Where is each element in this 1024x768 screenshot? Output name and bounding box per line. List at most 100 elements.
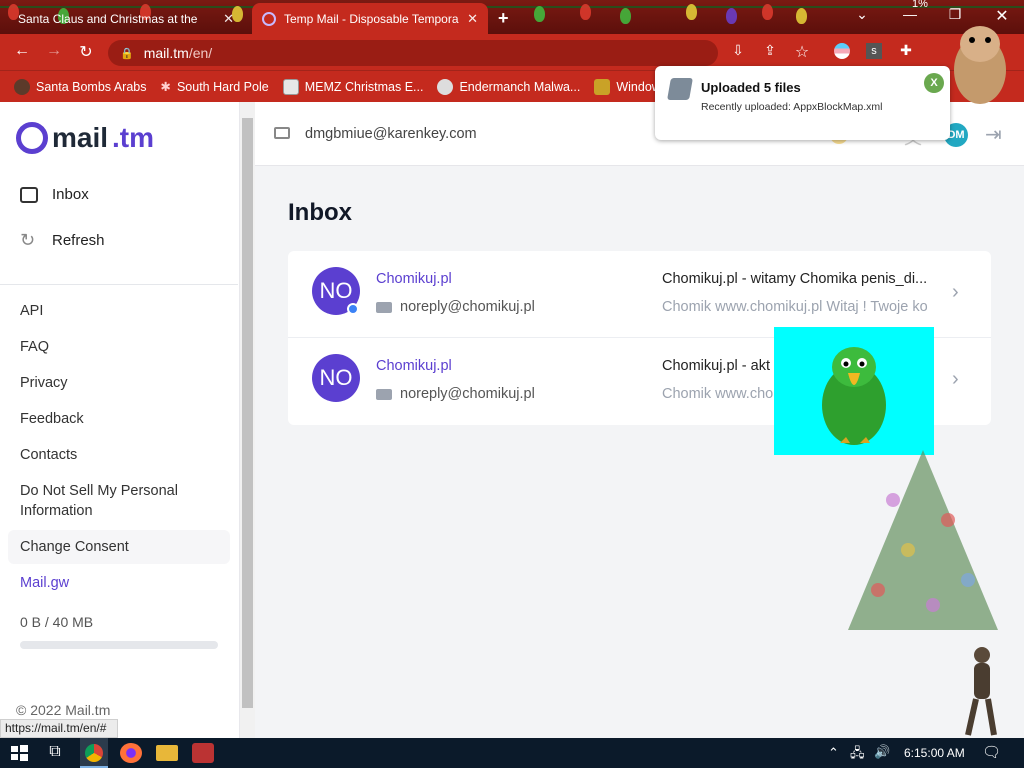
- folder-icon: [594, 78, 611, 95]
- link-change-consent[interactable]: Change Consent: [20, 537, 129, 557]
- tab-title: Santa Claus and Christmas at the: [18, 11, 198, 26]
- address-bar[interactable]: 🔒 mail.tm/en/: [108, 40, 718, 66]
- bookmark-label: South Hard Pole: [176, 79, 269, 94]
- extensions-puzzle-icon[interactable]: ✚: [894, 42, 918, 59]
- task-view-icon[interactable]: ⧉: [44, 743, 66, 763]
- refresh-icon: ↻: [20, 230, 36, 250]
- volume-icon[interactable]: 🔊: [874, 744, 890, 760]
- mailtm-logo[interactable]: mail .tm: [16, 122, 154, 154]
- nav-label: Refresh: [52, 232, 105, 249]
- dancing-figure: [960, 645, 1000, 737]
- chevron-right-icon: ›: [952, 368, 959, 390]
- sidebar-item-inbox[interactable]: Inbox: [20, 186, 89, 203]
- logo-tld: .tm: [112, 122, 155, 153]
- at-sign-icon: [16, 122, 48, 154]
- toast-title: Uploaded 5 files: [701, 80, 801, 95]
- logo-word: mail: [52, 122, 109, 153]
- scrollbar-thumb[interactable]: [242, 118, 253, 708]
- windows-start-icon[interactable]: [8, 743, 30, 763]
- minimize-button[interactable]: —: [890, 6, 930, 22]
- firefox-icon[interactable]: [120, 743, 142, 763]
- logout-icon[interactable]: ⇥: [985, 122, 1002, 147]
- email-address[interactable]: dmgbmiue@karenkey.com: [305, 126, 477, 142]
- tab-title: Temp Mail - Disposable Tempora: [284, 11, 459, 26]
- link-feedback[interactable]: Feedback: [20, 409, 84, 429]
- file-explorer-icon[interactable]: [156, 745, 178, 761]
- taskbar: ⧉ ⌃ 🖧 🔊 6:15:00 AM 🗨: [0, 738, 1024, 768]
- show-hidden-icons[interactable]: ⌃: [828, 745, 839, 761]
- close-tab-icon[interactable]: ✕: [467, 11, 478, 27]
- extension-flag-icon[interactable]: [834, 43, 850, 59]
- sidebar-item-refresh[interactable]: ↻ Refresh: [20, 230, 105, 251]
- share-icon[interactable]: ⇪: [758, 42, 782, 59]
- storage-usage: 0 B / 40 MB: [20, 614, 93, 630]
- link-do-not-sell[interactable]: Do Not Sell My Personal Information: [20, 481, 200, 521]
- from-text: noreply@chomikuj.pl: [400, 386, 535, 402]
- christmas-tree-icon: [848, 450, 998, 630]
- tab-santa-claus[interactable]: Santa Claus and Christmas at the ✕: [8, 3, 244, 34]
- lock-icon: 🔒: [120, 47, 134, 60]
- storage-total: / 40 MB: [44, 614, 94, 630]
- dancing-figure-icon: [965, 647, 997, 736]
- link-mail-gw[interactable]: Mail.gw: [20, 573, 69, 593]
- bookmark-label: MEMZ Christmas E...: [304, 79, 424, 94]
- link-privacy[interactable]: Privacy: [20, 373, 68, 393]
- taskbar-clock[interactable]: 6:15:00 AM: [904, 746, 965, 760]
- page-title: Inbox: [288, 199, 352, 226]
- taskbar-chrome[interactable]: [80, 738, 108, 768]
- network-icon[interactable]: 🖧: [850, 744, 865, 766]
- bookmark-santa-bombs[interactable]: Santa Bombs Arabs: [14, 78, 147, 95]
- bookmark-memz[interactable]: MEMZ Christmas E...: [282, 78, 424, 95]
- from-text: noreply@chomikuj.pl: [400, 299, 535, 315]
- hamster-overlay: [944, 14, 1014, 110]
- sender-name: Chomikuj.pl: [376, 358, 452, 374]
- mailtm-favicon-icon: [262, 11, 276, 26]
- parrot-overlay: [774, 327, 934, 455]
- notifications-icon[interactable]: 🗨: [982, 743, 1001, 761]
- bookmark-star-icon[interactable]: ☆: [790, 42, 814, 62]
- bomb-icon: [14, 78, 30, 95]
- bookmark-endermanch[interactable]: Endermanch Malwa...: [437, 78, 581, 95]
- hamster-icon: [954, 26, 1006, 104]
- envelope-icon: [274, 127, 290, 139]
- app-taskbar-icon[interactable]: [192, 743, 214, 763]
- tab-search-icon[interactable]: ⌄: [842, 6, 882, 23]
- bookmark-south-hard-pole[interactable]: ✱ South Hard Pole: [160, 79, 269, 95]
- sender-address: noreply@chomikuj.pl: [376, 386, 535, 402]
- storage-used: 0 B: [20, 614, 42, 630]
- chrome-icon: [85, 744, 103, 762]
- toast-close-button[interactable]: X: [924, 73, 944, 93]
- toast-subtitle: Recently uploaded: AppxBlockMap.xml: [701, 101, 883, 113]
- forward-icon[interactable]: →: [42, 42, 66, 60]
- url-path: /en/: [188, 45, 213, 61]
- message-subject: Chomikuj.pl - witamy Chomika penis_di...: [662, 271, 928, 287]
- chevron-right-icon: ›: [952, 281, 959, 303]
- copyright: © 2022 Mail.tm: [16, 702, 111, 718]
- bookmark-label: Santa Bombs Arabs: [36, 79, 147, 94]
- raccoon-icon: [437, 78, 454, 95]
- message-row[interactable]: NO Chomikuj.pl noreply@chomikuj.pl Chomi…: [288, 251, 991, 338]
- envelope-icon: [376, 301, 392, 313]
- storage-progress-bar: [20, 641, 218, 649]
- link-api[interactable]: API: [20, 301, 43, 321]
- close-tab-icon[interactable]: ✕: [223, 11, 234, 27]
- link-contacts[interactable]: Contacts: [20, 445, 77, 465]
- tab-temp-mail[interactable]: Temp Mail - Disposable Tempora ✕: [252, 3, 488, 34]
- install-icon[interactable]: ⇩: [726, 42, 750, 59]
- new-tab-button[interactable]: +: [498, 8, 509, 29]
- christmas-tree: [838, 440, 1008, 650]
- sidebar-divider: [0, 284, 238, 285]
- sender-avatar: NO: [312, 354, 360, 402]
- sidebar-scrollbar[interactable]: [240, 102, 255, 738]
- reload-icon[interactable]: ↻: [74, 42, 98, 62]
- link-status-bubble: https://mail.tm/en/#: [0, 719, 118, 738]
- extension-s-icon[interactable]: s: [866, 43, 882, 59]
- upload-file-icon: [667, 78, 693, 100]
- bookmark-label: Endermanch Malwa...: [459, 79, 581, 94]
- link-faq[interactable]: FAQ: [20, 337, 49, 357]
- back-icon[interactable]: ←: [10, 42, 34, 60]
- message-preview: Chomik www.chomikuj.pl Witaj ! Twoje ko: [662, 299, 928, 315]
- url-host: mail.tm: [143, 45, 189, 61]
- nav-label: Inbox: [52, 186, 89, 203]
- snowflake-icon: ✱: [160, 80, 171, 94]
